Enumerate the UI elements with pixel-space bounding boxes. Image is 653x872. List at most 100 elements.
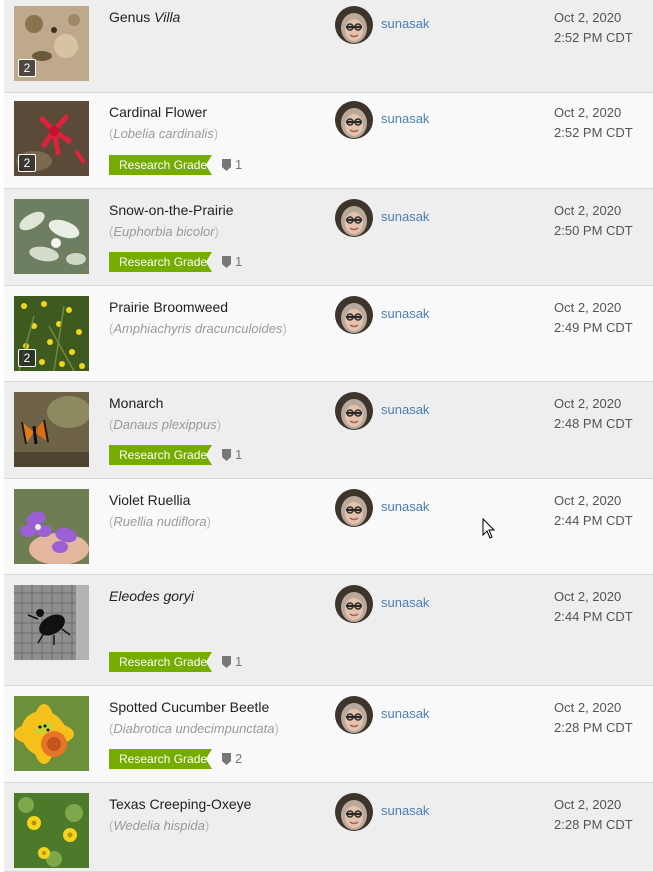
observation-date: Oct 2, 2020 [554,105,622,120]
observation-row[interactable]: Spotted Cucumber Beetle (Diabrotica unde… [4,686,653,783]
user-link[interactable]: sunasak [381,499,429,514]
scientific-name: Diabrotica undecimpunctata [113,721,275,736]
observation-name[interactable]: Snow-on-the-Prairie [109,202,234,218]
observation-date: Oct 2, 2020 [554,396,622,411]
identification-count-value: 2 [235,751,243,766]
avatar[interactable] [335,392,373,430]
identification-count: 1 [222,155,242,175]
observation-date: Oct 2, 2020 [554,300,622,315]
observation-photo[interactable] [14,696,89,771]
quality-grade-badge: Research Grade [109,749,212,769]
observation-time: 2:50 PM CDT [554,223,633,238]
common-name: Monarch [109,395,164,411]
scientific-name-wrapper: (Diabrotica undecimpunctata) [109,721,279,736]
observation-row[interactable]: 2 Prairie Broomweed (Amphiachyris dracun… [4,286,653,382]
observation-row[interactable]: Violet Ruellia (Ruellia nudiflora) sunasa… [4,479,653,575]
identification-icon [222,654,235,669]
identification-count-value: 1 [235,157,243,172]
observation-time: 2:28 PM CDT [554,817,633,832]
observation-photo[interactable] [14,392,89,467]
common-name: Texas Creeping-Oxeye [109,796,252,812]
identification-count: 1 [222,445,242,465]
observation-name[interactable]: Genus Villa [109,9,180,25]
avatar[interactable] [335,101,373,139]
observation-date: Oct 2, 2020 [554,797,622,812]
observation-row[interactable]: Monarch (Danaus plexippus) Research Grade… [4,382,653,479]
identification-icon [222,254,235,269]
observation-row[interactable]: Eleodes goryi Research Grade 1 sunasak Oct … [4,575,653,686]
avatar[interactable] [335,696,373,734]
observation-row[interactable]: Texas Creeping-Oxeye (Wedelia hispida) su… [4,783,653,872]
common-name: Eleodes goryi [109,588,194,604]
photo-count-badge: 2 [18,154,36,172]
identification-icon [222,157,235,172]
observation-name[interactable]: Eleodes goryi [109,588,194,604]
avatar[interactable] [335,199,373,237]
observation-date: Oct 2, 2020 [554,493,622,508]
observation-name[interactable]: Cardinal Flower [109,104,207,120]
user-link[interactable]: sunasak [381,803,429,818]
observation-photo[interactable]: 2 [14,6,89,81]
observation-time: 2:52 PM CDT [554,30,633,45]
observation-photo[interactable]: 2 [14,296,89,371]
avatar[interactable] [335,793,373,831]
observation-date: Oct 2, 2020 [554,700,622,715]
scientific-name-wrapper: (Ruellia nudiflora) [109,514,211,529]
observation-date: Oct 2, 2020 [554,203,622,218]
scientific-name: Amphiachyris dracunculoides [113,321,283,336]
identification-count-value: 1 [235,447,243,462]
identification-icon [222,751,235,766]
observation-photo[interactable] [14,793,89,868]
observation-name[interactable]: Texas Creeping-Oxeye [109,796,251,812]
common-name: Spotted Cucumber Beetle [109,699,270,715]
identification-count: 1 [222,652,242,672]
photo-count-badge: 2 [18,59,36,77]
scientific-name: Wedelia hispida [113,818,205,833]
observation-time: 2:52 PM CDT [554,125,633,140]
scientific-name: Danaus plexippus [113,417,217,432]
quality-grade-badge: Research Grade [109,155,212,175]
observation-photo[interactable] [14,199,89,274]
observation-time: 2:28 PM CDT [554,720,633,735]
observation-photo[interactable]: 2 [14,101,89,176]
user-link[interactable]: sunasak [381,306,429,321]
scientific-name: Euphorbia bicolor [113,224,215,239]
scientific-name-wrapper: (Amphiachyris dracunculoides) [109,321,287,336]
mouse-cursor-icon [482,518,496,539]
observation-time: 2:49 PM CDT [554,320,633,335]
observation-row[interactable]: Snow-on-the-Prairie (Euphorbia bicolor) R… [4,189,653,286]
common-name: Snow-on-the-Prairie [109,202,234,218]
avatar[interactable] [335,6,373,44]
scientific-name-wrapper: (Lobelia cardinalis) [109,126,219,141]
common-name: Genus [109,9,151,25]
common-name: Violet Ruellia [109,492,191,508]
observation-row[interactable]: 2 Cardinal Flower (Lobelia cardinalis) Re… [4,93,653,189]
identification-icon [222,447,235,462]
avatar[interactable] [335,489,373,527]
quality-grade-badge: Research Grade [109,252,212,272]
user-link[interactable]: sunasak [381,16,429,31]
scientific-name: Ruellia nudiflora [113,514,207,529]
user-link[interactable]: sunasak [381,111,429,126]
scientific-name-wrapper: (Wedelia hispida) [109,818,210,833]
observation-name[interactable]: Violet Ruellia [109,492,190,508]
observation-photo[interactable] [14,489,89,564]
user-link[interactable]: sunasak [381,706,429,721]
identification-count: 2 [222,749,242,769]
common-name: Prairie Broomweed [109,299,229,315]
observation-name[interactable]: Monarch [109,395,163,411]
avatar[interactable] [335,585,373,623]
identification-count-value: 1 [235,254,243,269]
user-link[interactable]: sunasak [381,595,429,610]
observation-row[interactable]: 2 Genus Villa sunasak Oct 2, 2020 2:52 PM … [4,0,653,93]
user-link[interactable]: sunasak [381,209,429,224]
scientific-name-wrapper: (Euphorbia bicolor) [109,224,219,239]
observation-photo[interactable] [14,585,89,660]
observation-name[interactable]: Spotted Cucumber Beetle [109,699,269,715]
identification-count-value: 1 [235,654,243,669]
scientific-name-wrapper: (Danaus plexippus) [109,417,222,432]
quality-grade-badge: Research Grade [109,652,212,672]
avatar[interactable] [335,296,373,334]
observation-name[interactable]: Prairie Broomweed [109,299,228,315]
user-link[interactable]: sunasak [381,402,429,417]
